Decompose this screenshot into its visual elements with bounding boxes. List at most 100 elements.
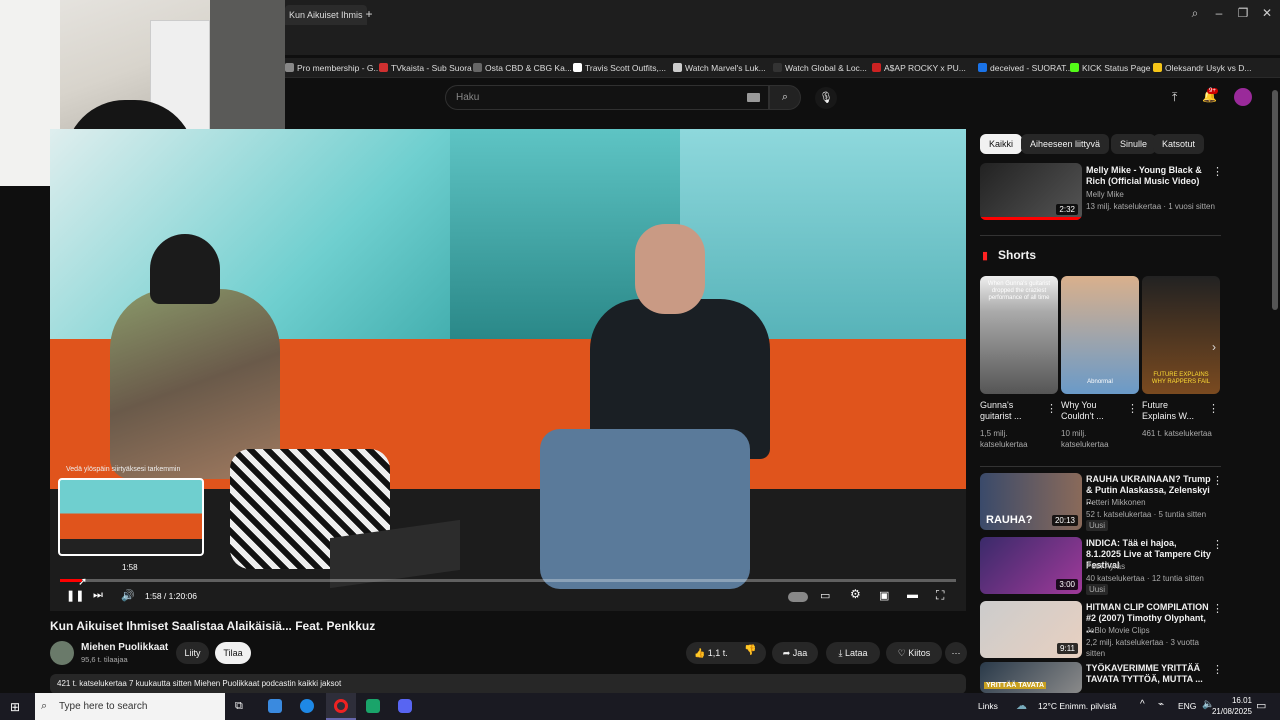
keyboard-icon[interactable] <box>747 93 760 102</box>
chevron-up-icon[interactable]: ^ <box>1140 699 1145 710</box>
short-title[interactable]: Future Explains W... <box>1142 400 1204 422</box>
more-icon[interactable]: ⋮ <box>1208 402 1219 415</box>
chevron-right-icon[interactable]: › <box>1212 340 1216 354</box>
more-icon[interactable]: ⋮ <box>1212 474 1223 487</box>
short-thumbnail[interactable]: When Gunna's guitarist dropped the crazi… <box>980 276 1058 394</box>
bookmark-item[interactable]: Pro membership - G... <box>285 61 381 75</box>
short-thumbnail[interactable]: FUTURE EXPLAINS WHY RAPPERS FAIL <box>1142 276 1220 394</box>
settings-icon[interactable]: ⚙ <box>850 587 861 601</box>
download-button[interactable]: ⤓ Lataa <box>826 642 880 664</box>
jeans <box>540 429 750 589</box>
related-thumbnail[interactable]: YRITTÄÄ TAVATA <box>980 662 1082 693</box>
bookmark-label: KICK Status Page <box>1082 63 1151 73</box>
subtitles-icon[interactable]: ▭ <box>820 589 830 602</box>
top-video-channel[interactable]: Melly Mike <box>1086 189 1124 200</box>
subscribe-button[interactable]: Tilaa <box>215 642 251 664</box>
related-meta: 52 t. katselukertaa · 5 tuntia sitten <box>1086 510 1207 519</box>
more-icon[interactable]: ⋮ <box>1212 663 1223 676</box>
search-button[interactable]: ⌕ <box>769 85 801 110</box>
more-icon[interactable]: ⋮ <box>1046 402 1057 415</box>
close-button[interactable]: ✕ <box>1257 6 1277 20</box>
short-caption: When Gunna's guitarist dropped the crazi… <box>987 281 1051 301</box>
tab-active[interactable]: Kun Aikuiset Ihmis <box>285 5 367 25</box>
windows-icon[interactable]: ⊞ <box>10 700 20 714</box>
bookmark-item[interactable]: Osta CBD & CBG Ka... <box>473 61 572 75</box>
share-button[interactable]: ➦ Jaa <box>772 642 818 664</box>
minimize-button[interactable]: – <box>1209 6 1229 20</box>
bookmark-item[interactable]: Watch Marvel's Luk... <box>673 61 766 75</box>
app-icon[interactable] <box>366 699 380 713</box>
chip-1[interactable]: Aiheeseen liittyvä <box>1021 134 1110 154</box>
search-input[interactable]: Haku <box>445 85 769 110</box>
notification-icon[interactable]: ▭ <box>1256 699 1266 712</box>
channel-name[interactable]: Miehen Puolikkaat <box>81 642 168 653</box>
related-channel[interactable]: Petteri Mikkonen <box>1086 497 1146 508</box>
related-channel[interactable]: JoBlo Movie Clips <box>1086 625 1150 636</box>
next-icon[interactable]: ⏭ <box>93 589 103 602</box>
bookmark-item[interactable]: deceived - SUORAT... <box>978 61 1073 75</box>
more-icon[interactable]: ⋮ <box>1127 402 1138 415</box>
short-title[interactable]: Why You Couldn't ... <box>1061 400 1123 422</box>
progress-bar[interactable] <box>60 579 956 582</box>
clock[interactable]: 16.01 21/08/2025 <box>1202 695 1252 717</box>
description-box[interactable]: 421 t. katselukertaa 7 kuukautta sitten … <box>50 674 966 694</box>
related-channel[interactable]: Petri Äyräs <box>1086 561 1125 572</box>
scrollbar[interactable] <box>1272 90 1278 310</box>
thanks-button[interactable]: ♡ Kiitos <box>886 642 942 664</box>
short-views: 461 t. katselukertaa <box>1142 429 1212 438</box>
autoplay-toggle[interactable] <box>788 592 808 602</box>
chip-2[interactable]: Sinulle <box>1111 134 1157 154</box>
upload-icon[interactable]: ⤒ <box>1172 90 1177 105</box>
channel-avatar[interactable] <box>50 641 74 665</box>
app-icon[interactable] <box>268 699 282 713</box>
bookmark-item[interactable]: A$AP ROCKY x PU... <box>872 61 966 75</box>
bookmark-item[interactable]: Oleksandr Usyk vs D... <box>1153 61 1251 75</box>
fullscreen-icon[interactable]: ⛶ <box>936 588 944 603</box>
edge-icon[interactable] <box>300 699 314 713</box>
bookmark-item[interactable]: KICK Status Page <box>1070 61 1151 75</box>
top-video-meta: 13 milj. katselukertaa · 1 vuosi sitten <box>1086 202 1215 211</box>
taskbar-search[interactable]: ⌕ Type here to search <box>35 693 225 720</box>
related-thumbnail[interactable]: 9:11 <box>980 601 1082 658</box>
top-video-title[interactable]: Melly Mike - Young Black & Rich (Officia… <box>1086 165 1211 187</box>
miniplayer-icon[interactable]: ▣ <box>879 589 889 602</box>
network-icon[interactable]: ⌁ <box>1158 699 1164 710</box>
short-thumbnail[interactable]: Abnormal <box>1061 276 1139 394</box>
theater-icon[interactable]: ▬ <box>907 589 918 601</box>
task-view-icon[interactable]: ⧉ <box>235 700 243 713</box>
thanks-icon: ♡ <box>897 648 909 658</box>
bookmark-icon <box>573 63 582 72</box>
bookmark-item[interactable]: TVkaista - Sub Suora <box>379 61 472 75</box>
volume-icon[interactable]: 🔊 <box>121 589 135 602</box>
dislike-icon[interactable]: 👎 <box>744 645 756 656</box>
top-video-thumbnail[interactable]: 2:32 <box>980 163 1082 220</box>
search-tabs-icon[interactable]: ⌕ <box>1185 6 1205 21</box>
discord-icon[interactable] <box>398 699 412 713</box>
bookmark-item[interactable]: Watch Global & Loc... <box>773 61 867 75</box>
join-button[interactable]: Liity <box>176 642 209 664</box>
weather-text[interactable]: 12°C Enimm. pilvistä <box>1038 701 1117 711</box>
bookmark-label: TVkaista - Sub Suora <box>391 63 472 73</box>
pause-icon[interactable]: ❚❚ <box>66 589 84 602</box>
chip-3[interactable]: Katsotut <box>1153 134 1205 154</box>
mic-icon[interactable]: 🎙 <box>815 87 837 109</box>
restore-button[interactable]: ❐ <box>1233 6 1253 20</box>
opera-icon <box>334 699 348 713</box>
short-title[interactable]: Gunna's guitarist ... <box>980 400 1042 422</box>
chip-0[interactable]: Kaikki <box>980 134 1023 154</box>
links-toolbar[interactable]: Links <box>978 701 998 711</box>
language-indicator[interactable]: ENG <box>1178 701 1196 711</box>
more-icon[interactable]: ⋮ <box>1212 538 1223 551</box>
bookmark-item[interactable]: Travis Scott Outfits,... <box>573 61 666 75</box>
bookmark-label: Watch Marvel's Luk... <box>685 63 766 73</box>
related-thumbnail[interactable]: RAUHA? 20:13 <box>980 473 1082 530</box>
more-icon[interactable]: ⋮ <box>1212 165 1223 178</box>
new-tab-button[interactable]: + <box>362 7 376 21</box>
video-player[interactable]: Vedä ylöspäin siirtyäksesi tarkemmin 1:5… <box>50 129 966 611</box>
more-icon[interactable]: ⋯ <box>945 642 967 664</box>
opera-tab[interactable] <box>326 693 356 720</box>
avatar[interactable] <box>1234 88 1252 106</box>
related-title[interactable]: TYÖKAVERIMME YRITTÄÄ TAVATA TYTTÖÄ, MUTT… <box>1086 663 1211 685</box>
more-icon[interactable]: ⋮ <box>1212 602 1223 615</box>
related-thumbnail[interactable]: 3:00 <box>980 537 1082 594</box>
